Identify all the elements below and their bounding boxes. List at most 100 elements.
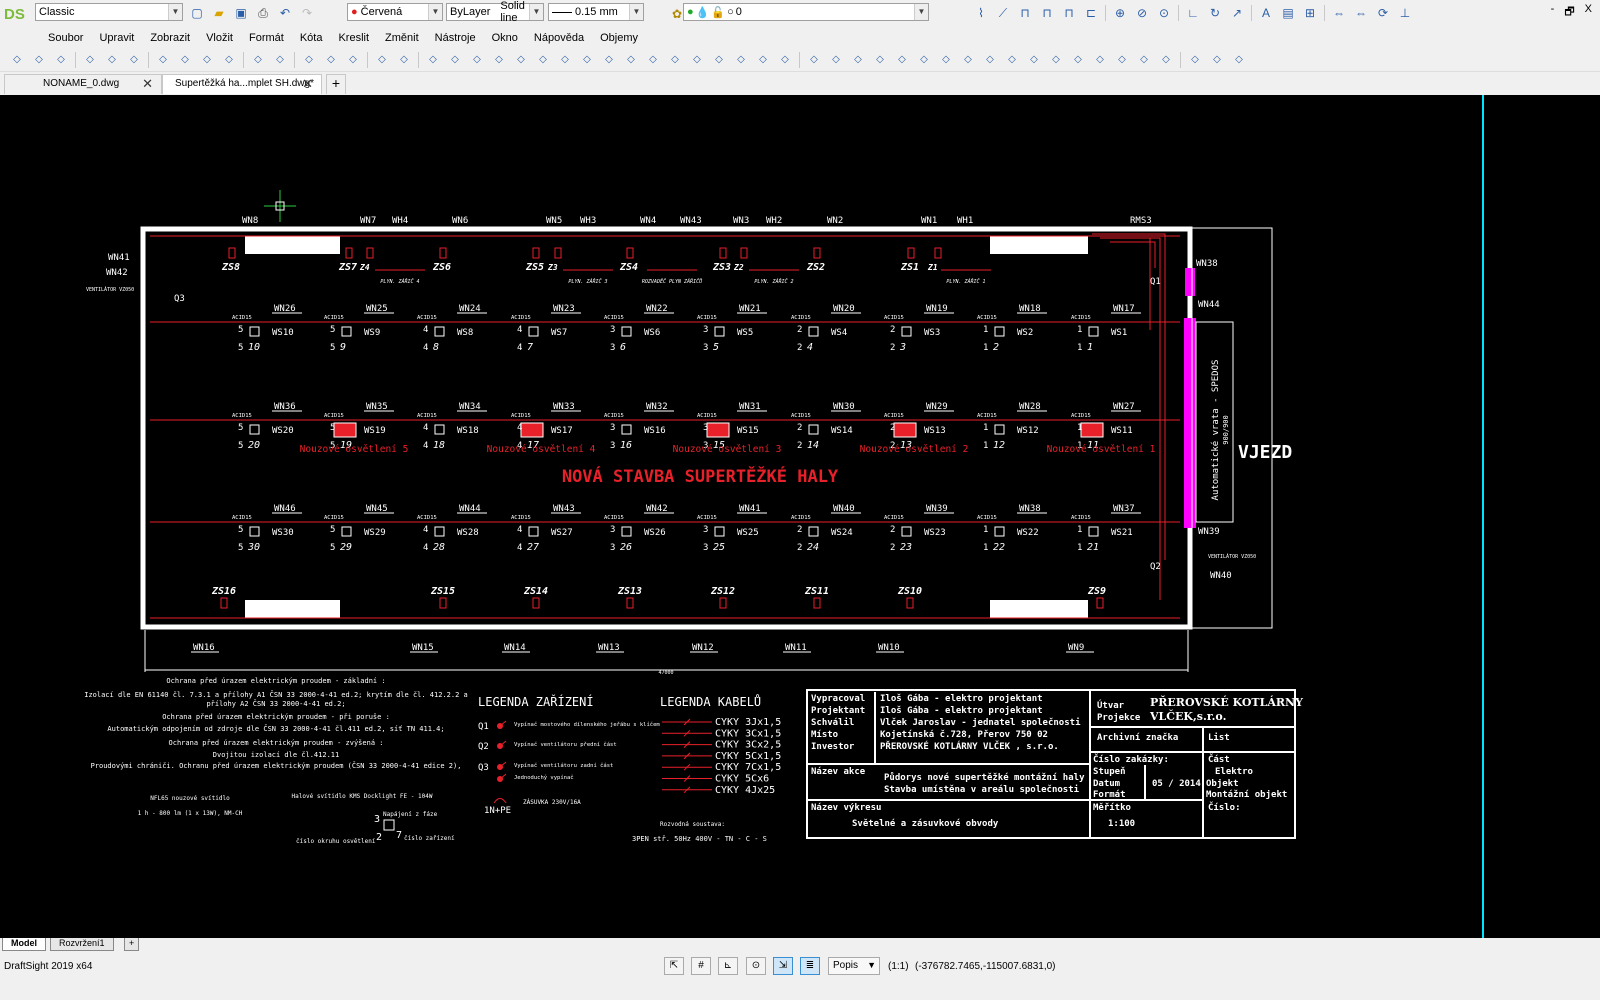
continue-dim-icon[interactable]: ⊓ — [1061, 5, 1077, 21]
chamfer-icon[interactable]: ◇ — [733, 52, 749, 68]
copy-entity-icon[interactable]: ◇ — [469, 52, 485, 68]
mirror-icon[interactable]: ◇ — [491, 52, 507, 68]
arc-icon[interactable]: ◇ — [872, 52, 888, 68]
text-icon[interactable]: ◇ — [1048, 52, 1064, 68]
menu-format[interactable]: Formát — [249, 32, 284, 44]
menu-napoveda[interactable]: Nápověda — [534, 32, 584, 44]
text-icon[interactable]: A — [1258, 5, 1274, 21]
cloud-icon[interactable]: ◇ — [1136, 52, 1152, 68]
zoom-window-icon[interactable]: ◇ — [323, 52, 339, 68]
menu-vlozit[interactable]: Vložit — [206, 32, 233, 44]
fillet-icon[interactable]: ◇ — [755, 52, 771, 68]
grid-icon[interactable]: ◇ — [1209, 52, 1225, 68]
extend-icon[interactable]: ◇ — [667, 52, 683, 68]
join-icon[interactable]: ◇ — [711, 52, 727, 68]
open-folder-icon[interactable]: ◇ — [31, 52, 47, 68]
line-icon[interactable]: ◇ — [806, 52, 822, 68]
rectangle-icon[interactable]: ◇ — [894, 52, 910, 68]
scale-icon[interactable]: ◇ — [601, 52, 617, 68]
diameter-dim-icon[interactable]: ⊘ — [1134, 5, 1150, 21]
zoom-realtime-icon[interactable]: ◇ — [345, 52, 361, 68]
ellipse-icon[interactable]: ◇ — [938, 52, 954, 68]
restore-button[interactable]: 🗗 — [1564, 3, 1574, 22]
workspace-combo[interactable]: Classic ▼ — [35, 3, 183, 21]
explode-icon[interactable]: ◇ — [777, 52, 793, 68]
chevron-down-icon[interactable]: ▼ — [529, 4, 543, 20]
trim-icon[interactable]: ◇ — [645, 52, 661, 68]
redo-icon[interactable]: ◇ — [272, 52, 288, 68]
etrack-toggle[interactable]: ≣ — [800, 957, 820, 975]
new-file-icon[interactable]: ▢ — [189, 5, 205, 21]
chevron-down-icon[interactable]: ▼ — [168, 4, 182, 20]
tab-supertezka[interactable]: Supertěžká ha...mplet SH.dwg* ✕ — [162, 74, 322, 94]
save-icon[interactable]: ◇ — [53, 52, 69, 68]
cut-icon[interactable]: ◇ — [155, 52, 171, 68]
wipeout-icon[interactable]: ◇ — [1158, 52, 1174, 68]
region-icon[interactable]: ◇ — [1092, 52, 1108, 68]
save-icon[interactable]: ▣ — [233, 5, 249, 21]
tolerance-icon[interactable]: ▤ — [1280, 5, 1296, 21]
menu-kota[interactable]: Kóta — [300, 32, 323, 44]
dim-update-icon[interactable]: ⟳ — [1375, 5, 1391, 21]
pan-icon[interactable]: ◇ — [301, 52, 317, 68]
redo-icon[interactable]: ↷ — [299, 5, 315, 21]
polygon-icon[interactable]: ◇ — [916, 52, 932, 68]
grid-toggle[interactable]: # — [691, 957, 711, 975]
menu-zmenit[interactable]: Změnit — [385, 32, 419, 44]
break-icon[interactable]: ◇ — [689, 52, 705, 68]
menu-okno[interactable]: Okno — [492, 32, 518, 44]
ortho-toggle[interactable]: ⊾ — [718, 957, 738, 975]
menu-nastroje[interactable]: Nástroje — [435, 32, 476, 44]
menu-soubor[interactable]: Soubor — [48, 32, 83, 44]
table-icon[interactable]: ◇ — [1114, 52, 1130, 68]
chevron-down-icon[interactable]: ▼ — [867, 960, 876, 970]
dimension-icon[interactable]: ⌇ — [973, 5, 989, 21]
snap-toggle[interactable]: ⇱ — [664, 957, 684, 975]
design-resources-icon[interactable]: ◇ — [396, 52, 412, 68]
ordinate-dim-icon[interactable]: ⊏ — [1083, 5, 1099, 21]
layer-icon[interactable]: ◇ — [1231, 52, 1247, 68]
leader-icon[interactable]: ↗ — [1229, 5, 1245, 21]
menu-zobrazit[interactable]: Zobrazit — [150, 32, 190, 44]
close-button[interactable]: X — [1585, 3, 1592, 22]
color-combo[interactable]: ● Červená ▼ — [347, 3, 443, 21]
print-icon[interactable]: ◇ — [82, 52, 98, 68]
aligned-dim-icon[interactable]: ⟋ — [995, 5, 1011, 21]
match-properties-icon[interactable]: ◇ — [221, 52, 237, 68]
tab-noname[interactable]: NONAME_0.dwg ✕ — [4, 74, 162, 94]
erase-icon[interactable]: ◇ — [425, 52, 441, 68]
hatch-icon[interactable]: ◇ — [982, 52, 998, 68]
properties-icon[interactable]: ◇ — [374, 52, 390, 68]
point-icon[interactable]: ◇ — [1070, 52, 1086, 68]
dim-text-icon[interactable]: ⇔ — [1353, 5, 1369, 21]
dim-style-icon[interactable]: ⊞ — [1302, 5, 1318, 21]
new-file-icon[interactable]: ◇ — [9, 52, 25, 68]
rotate-icon[interactable]: ◇ — [579, 52, 595, 68]
add-layout-button[interactable]: + — [124, 938, 140, 951]
block-icon[interactable]: ◇ — [1004, 52, 1020, 68]
tab-model[interactable]: Model — [2, 938, 46, 951]
snap-icon[interactable]: ◇ — [1187, 52, 1203, 68]
menu-objemy[interactable]: Objemy — [600, 32, 638, 44]
stretch-icon[interactable]: ◇ — [623, 52, 639, 68]
arc-dim-icon[interactable]: ↻ — [1207, 5, 1223, 21]
spline-icon[interactable]: ◇ — [960, 52, 976, 68]
chevron-down-icon[interactable]: ▼ — [914, 4, 928, 20]
copy-icon[interactable]: ◇ — [177, 52, 193, 68]
dim-edit-icon[interactable]: ⇔ — [1331, 5, 1347, 21]
menu-kreslit[interactable]: Kreslit — [338, 32, 369, 44]
linetype-combo[interactable]: ByLayer Solid line ▼ — [446, 0, 544, 24]
open-folder-icon[interactable]: ▰ — [211, 5, 227, 21]
move-icon[interactable]: ◇ — [557, 52, 573, 68]
radius-dim-icon[interactable]: ⊙ — [1156, 5, 1172, 21]
insert-icon[interactable]: ◇ — [1026, 52, 1042, 68]
chevron-down-icon[interactable]: ▼ — [629, 4, 643, 20]
menu-upravit[interactable]: Upravit — [99, 32, 134, 44]
polar-toggle[interactable]: ⊙ — [746, 957, 766, 975]
close-icon[interactable]: ✕ — [142, 76, 153, 92]
plot-icon[interactable]: ◇ — [104, 52, 120, 68]
paste-icon[interactable]: ◇ — [199, 52, 215, 68]
pattern-icon[interactable]: ◇ — [535, 52, 551, 68]
print-icon[interactable]: ⎙ — [255, 5, 271, 21]
new-tab-button[interactable]: + — [326, 74, 346, 94]
